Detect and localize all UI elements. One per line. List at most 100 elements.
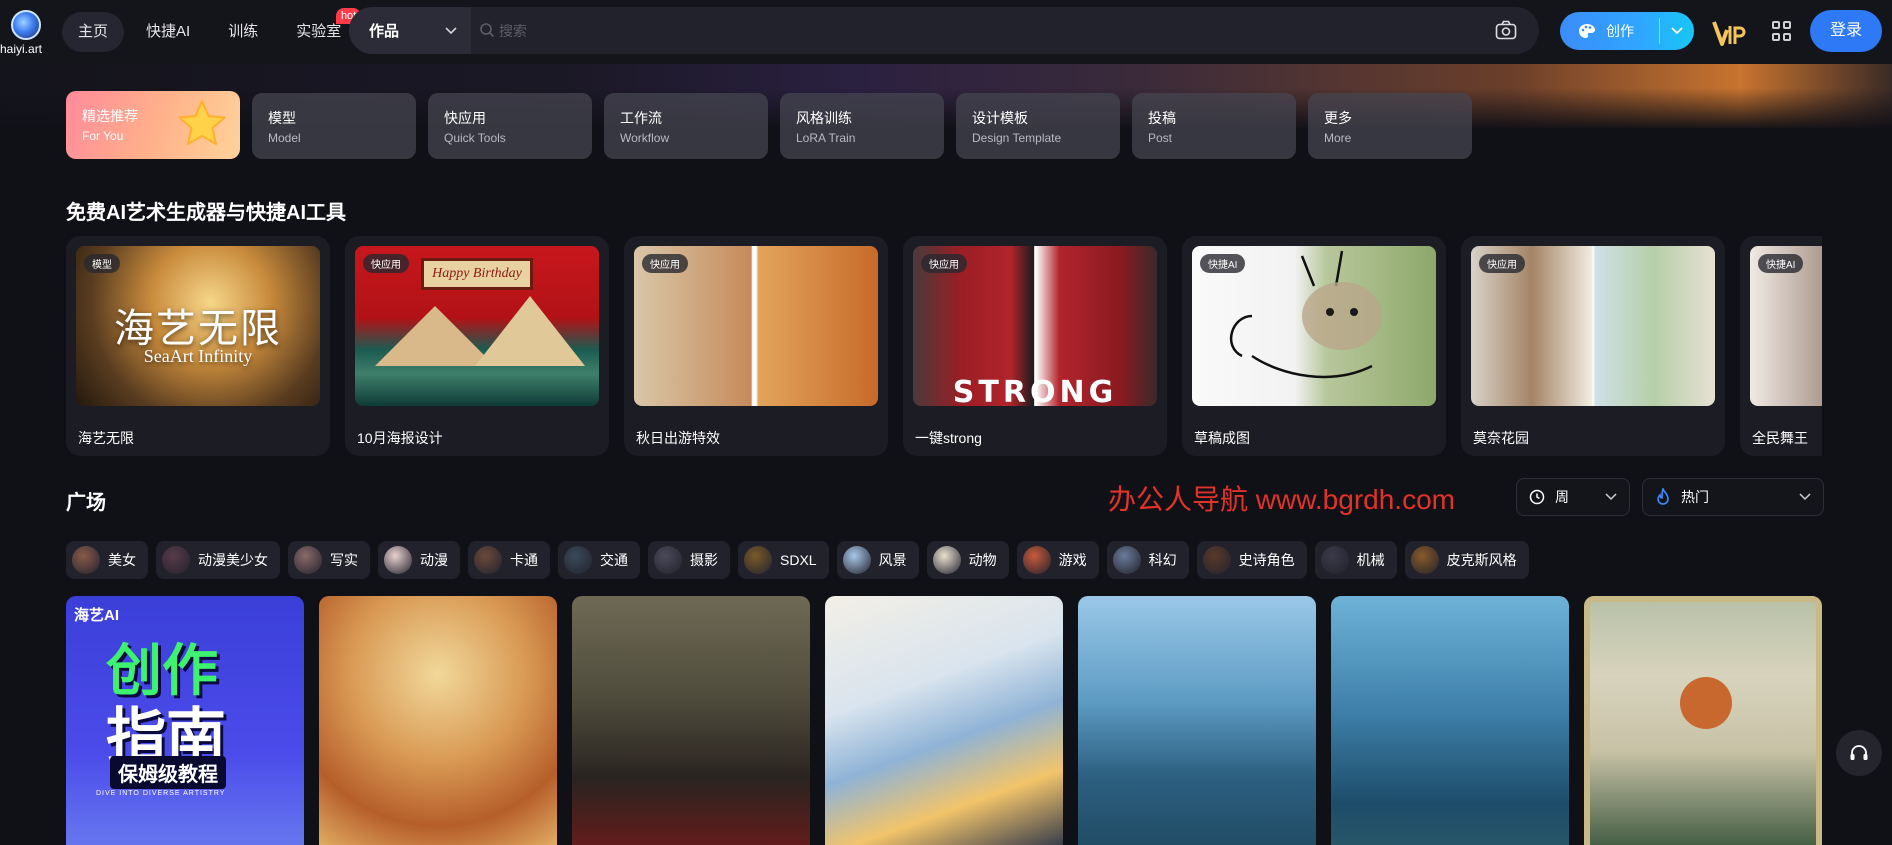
plaza-tag-chip[interactable]: 卡通 <box>468 541 550 579</box>
tag-avatar <box>294 546 322 574</box>
plaza-tag-chip[interactable]: 动物 <box>926 541 1009 579</box>
period-filter-select[interactable]: 周 <box>1516 478 1630 516</box>
category-model[interactable]: 模型 Model <box>252 93 416 159</box>
gallery-item[interactable] <box>1331 596 1569 845</box>
gallery-item[interactable] <box>572 596 810 845</box>
guide-card-line3: 保姆级教程 <box>110 756 226 789</box>
tool-card[interactable]: 模型 海艺无限 SeaArt Infinity 海艺无限 <box>66 236 330 456</box>
nav-item-lab[interactable]: 实验室 hot <box>280 8 362 52</box>
plaza-tag-chip[interactable]: 写实 <box>288 541 370 579</box>
category-design-template[interactable]: 设计模板 Design Template <box>956 93 1120 159</box>
search-input[interactable] <box>471 7 1539 54</box>
tag-label: 动漫 <box>420 552 448 568</box>
plaza-tag-chip[interactable]: 动漫 <box>378 541 460 579</box>
category-title: 设计模板 <box>972 110 1028 126</box>
tool-card-overlay-title: Happy Birthday <box>421 258 533 290</box>
create-button-main[interactable]: 创作 <box>1560 21 1659 41</box>
tool-card[interactable]: 快捷AI 全民舞王 <box>1740 236 1822 456</box>
nav-item-home[interactable]: 主页 <box>62 12 125 52</box>
tool-card-tag: 快应用 <box>363 254 409 273</box>
plaza-tag-chip[interactable]: 美女 <box>66 541 148 579</box>
plaza-tag-chip[interactable]: 皮克斯风格 <box>1404 541 1529 579</box>
tag-label: 风景 <box>878 552 907 568</box>
logo-text: haiyi.art <box>0 42 43 56</box>
category-for-you[interactable]: 精选推荐 For You <box>66 91 240 159</box>
search-category-select[interactable]: 作品 <box>349 7 471 54</box>
tool-card[interactable]: 快捷AI 草稿成图 <box>1182 236 1446 456</box>
category-workflow[interactable]: 工作流 Workflow <box>604 93 768 159</box>
tag-avatar <box>932 546 961 574</box>
tag-avatar <box>654 546 682 574</box>
guide-card-brand: 海艺AI <box>74 607 120 624</box>
login-button[interactable]: 登录 <box>1810 10 1882 52</box>
star-icon <box>178 100 226 145</box>
gallery-item[interactable] <box>1078 596 1316 845</box>
tool-card[interactable]: 快应用 莫奈花园 <box>1461 236 1725 456</box>
create-button-label: 创作 <box>1606 23 1634 39</box>
category-more[interactable]: 更多 More <box>1308 93 1472 159</box>
tag-avatar <box>1202 546 1231 574</box>
nav-item-quick-ai[interactable]: 快捷AI <box>130 12 206 52</box>
nav-item-training[interactable]: 训练 <box>212 12 274 52</box>
logo-icon <box>11 10 41 40</box>
create-button[interactable]: 创作 <box>1560 12 1694 50</box>
tool-card[interactable]: 快应用 STRONG 一键strong <box>903 236 1167 456</box>
flame-icon <box>1657 488 1669 505</box>
plaza-tag-chip[interactable]: 科幻 <box>1106 541 1189 579</box>
customer-support-button[interactable] <box>1836 730 1882 776</box>
clock-icon <box>1529 489 1545 505</box>
headset-icon <box>1850 745 1868 760</box>
category-title: 模型 <box>268 110 296 126</box>
gallery-item[interactable] <box>825 596 1063 845</box>
tool-card-name: 草稿成图 <box>1194 430 1250 446</box>
category-subtitle: Workflow <box>620 131 670 145</box>
category-quick-tools[interactable]: 快应用 Quick Tools <box>428 93 592 159</box>
gallery-item[interactable]: 海艺AI 创作 指南 保姆级教程 DIVE INTO DIVERSE ARTIS… <box>66 596 304 845</box>
tool-card-name: 莫奈花园 <box>1473 430 1529 446</box>
tag-label: 动物 <box>968 552 997 568</box>
plaza-tag-chip[interactable]: 风景 <box>836 541 919 579</box>
plaza-tag-chip[interactable]: 机械 <box>1314 541 1397 579</box>
tool-card[interactable]: 快应用 Happy Birthday 10月海报设计 <box>345 236 609 456</box>
tool-card[interactable]: 快应用 秋日出游特效 <box>624 236 888 456</box>
tag-avatar <box>1320 546 1349 574</box>
plaza-tag-chip[interactable]: SDXL <box>738 541 829 579</box>
gallery-item[interactable] <box>1584 596 1822 845</box>
tool-card-tag: 快应用 <box>1479 254 1525 273</box>
period-filter-label: 周 <box>1555 489 1569 505</box>
category-lora-train[interactable]: 风格训练 LoRA Train <box>780 93 944 159</box>
camera-icon[interactable] <box>1495 20 1517 40</box>
watermark-text: 办公人导航 www.bgrdh.com <box>1108 484 1455 515</box>
plaza-tag-chip[interactable]: 交通 <box>558 541 640 579</box>
tag-avatar <box>474 546 502 574</box>
main-nav: 主页 快捷AI 训练 实验室 hot <box>62 8 362 52</box>
sort-filter-select[interactable]: 热门 <box>1642 478 1824 516</box>
plaza-tag-chip[interactable]: 动漫美少女 <box>156 541 280 579</box>
create-dropdown-toggle[interactable] <box>1660 27 1694 35</box>
vip-icon[interactable] <box>1712 16 1746 48</box>
tag-avatar <box>744 546 772 574</box>
category-title: 快应用 <box>444 110 486 126</box>
search-icon <box>480 23 495 38</box>
guide-card-line4: DIVE INTO DIVERSE ARTISTRY <box>96 790 226 797</box>
category-post[interactable]: 投稿 Post <box>1132 93 1296 159</box>
category-title: 工作流 <box>620 110 662 126</box>
category-title: 投稿 <box>1148 110 1176 126</box>
plaza-tag-chip[interactable]: 史诗角色 <box>1196 541 1307 579</box>
chevron-down-icon <box>1799 493 1811 501</box>
cat-sketch-icon <box>1230 250 1382 379</box>
plaza-tag-chip[interactable]: 游戏 <box>1016 541 1099 579</box>
gallery-item[interactable] <box>319 596 557 845</box>
tag-label: 卡通 <box>510 552 538 568</box>
tool-card-image: 模型 海艺无限 SeaArt Infinity <box>76 246 320 406</box>
tag-label: 摄影 <box>690 552 718 568</box>
tag-label: 机械 <box>1356 552 1385 568</box>
plaza-tag-chip[interactable]: 摄影 <box>648 541 730 579</box>
tag-label: 皮克斯风格 <box>1446 552 1517 568</box>
tools-section-title: 免费AI艺术生成器与快捷AI工具 <box>66 202 346 224</box>
logo[interactable]: haiyi.art <box>0 10 46 58</box>
apps-grid-icon[interactable] <box>1772 21 1792 41</box>
tag-avatar <box>1022 546 1051 574</box>
tool-card-image: 快应用 STRONG <box>913 246 1157 406</box>
tag-avatar <box>1410 546 1439 574</box>
